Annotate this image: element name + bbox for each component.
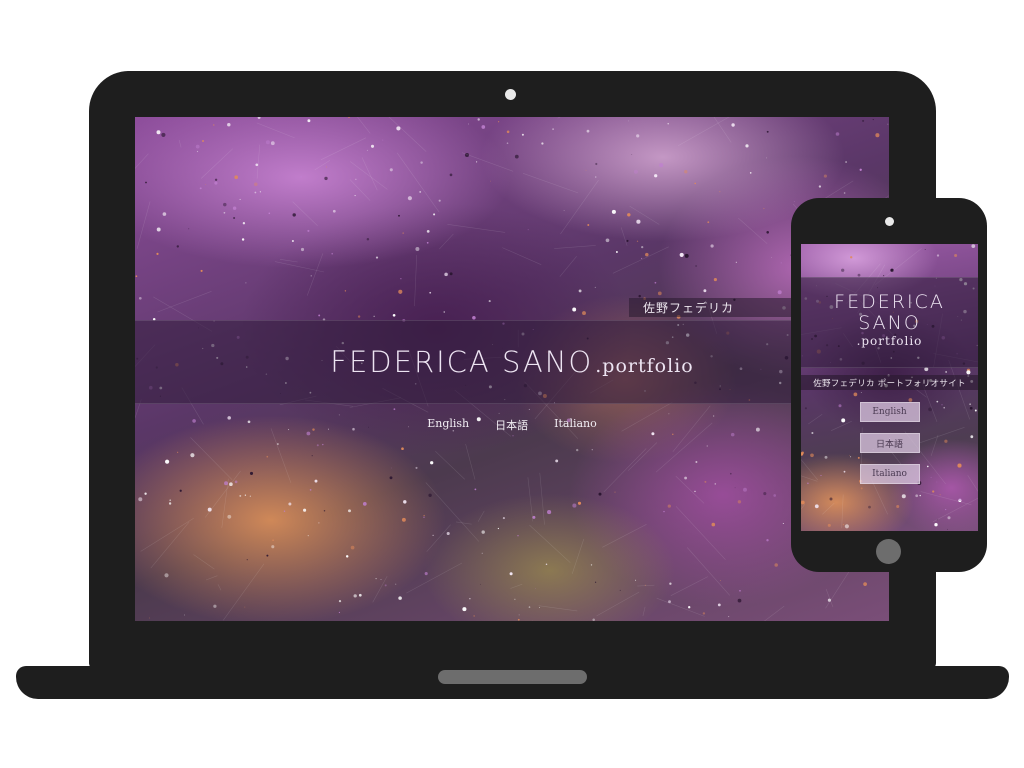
language-nav: English 日本語 Italiano (135, 415, 889, 435)
title-band: FEDERICA SANO .portfolio (135, 320, 889, 404)
mobile-title-suffix: .portfolio (856, 334, 923, 348)
desktop-screen: 佐野フェデリカ FEDERICA SANO .portfolio English … (135, 117, 889, 621)
lang-link-english[interactable]: English (425, 415, 471, 435)
laptop-trackpad-notch (438, 670, 587, 684)
mobile-title-band: FEDERICA SANO .portfolio (801, 277, 978, 368)
mobile-language-buttons: English 日本語 Italiano (801, 402, 978, 484)
phone-camera-icon (885, 217, 894, 226)
site-title-name: FEDERICA SANO (330, 345, 594, 379)
mobile-lang-button-japanese[interactable]: 日本語 (859, 433, 920, 453)
lang-link-italian[interactable]: Italiano (552, 415, 599, 435)
mobile-lang-button-italian[interactable]: Italiano (859, 464, 920, 484)
lang-link-japanese[interactable]: 日本語 (493, 415, 530, 435)
mobile-screen: FEDERICA SANO .portfolio 佐野フェデリカ ポートフォリオ… (801, 244, 978, 531)
site-title: FEDERICA SANO .portfolio (330, 345, 693, 379)
mobile-subtitle-text: 佐野フェデリカ ポートフォリオサイト (813, 378, 966, 389)
mobile-subtitle-band: 佐野フェデリカ ポートフォリオサイト (801, 375, 978, 390)
subtitle-text: 佐野フェデリカ (643, 301, 735, 315)
mobile-title-line1: FEDERICA (834, 291, 945, 313)
site-title-suffix: .portfolio (595, 355, 694, 377)
mobile-title-line2: SANO (858, 312, 921, 334)
mobile-lang-button-english[interactable]: English (859, 402, 920, 422)
phone-home-button (876, 539, 901, 564)
laptop-camera-icon (505, 89, 516, 100)
